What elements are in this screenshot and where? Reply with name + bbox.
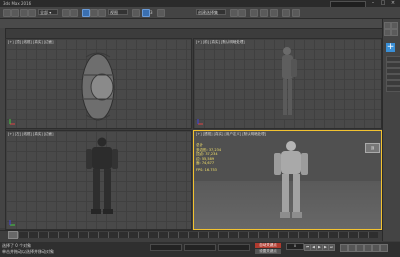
move-icon[interactable] xyxy=(82,9,90,17)
command-panel xyxy=(382,19,400,241)
pan-icon[interactable] xyxy=(356,244,364,252)
viewport-front[interactable]: [+] [前] [真实] [默认明暗处理] xyxy=(193,38,382,129)
go-to-end-icon[interactable]: ⏭ xyxy=(328,244,335,251)
render-setup-icon[interactable] xyxy=(282,9,290,17)
layer-icon[interactable] xyxy=(250,9,258,17)
viewport-label: [+] [左] [线框] [真实] [边面] xyxy=(8,132,54,136)
reference-coord-dropdown[interactable]: 视图 xyxy=(108,9,128,15)
character-model-left xyxy=(86,137,118,214)
unlink-icon[interactable] xyxy=(28,9,36,17)
prompt-line: 单击并拖动以选择并移动对象 xyxy=(2,249,54,254)
window-title: 3ds Max 2016 xyxy=(3,1,32,6)
create-tab-icon[interactable] xyxy=(384,22,391,29)
viewport-label: [+] [透视] [真实] [用户定义] [默认明暗处理] xyxy=(196,132,267,136)
rotate-icon[interactable] xyxy=(90,9,98,17)
stats-row: 面: 74,677 xyxy=(196,161,215,166)
align-icon[interactable] xyxy=(238,9,246,17)
ribbon xyxy=(0,19,382,29)
modify-tab-icon[interactable] xyxy=(391,22,398,29)
mirror-icon[interactable] xyxy=(230,9,238,17)
undo-icon[interactable] xyxy=(3,9,11,17)
character-model-top xyxy=(81,52,115,121)
orbit-icon[interactable] xyxy=(364,244,372,252)
viewport-label: [+] [前] [真实] [默认明暗处理] xyxy=(196,40,245,44)
link-icon[interactable] xyxy=(20,9,28,17)
object-type-row[interactable] xyxy=(386,86,400,92)
set-key-button[interactable]: 设置关键点 xyxy=(255,249,281,254)
zoom-all-icon[interactable] xyxy=(348,244,356,252)
snap-value: 3 xyxy=(150,10,153,15)
minimize-icon[interactable]: – xyxy=(368,0,378,7)
add-object-icon[interactable]: + xyxy=(386,43,395,52)
select-icon[interactable] xyxy=(62,9,70,17)
axis-gizmo-icon xyxy=(9,119,15,125)
scale-icon[interactable] xyxy=(98,9,106,17)
current-frame-field[interactable]: 0 xyxy=(286,243,304,250)
redo-icon[interactable] xyxy=(11,9,19,17)
title-bar: 3ds Max 2016 – □ × xyxy=(0,0,400,8)
x-coordinate-field[interactable] xyxy=(150,244,182,251)
motion-tab-icon[interactable] xyxy=(391,29,398,36)
select-by-name-icon[interactable] xyxy=(70,9,78,17)
timeline-track[interactable] xyxy=(8,232,378,238)
scene-statistics: 总计 多边形: 37,234 顶点: 37,234 边: 55,589 面: 7… xyxy=(196,143,221,173)
maximize-icon[interactable]: □ xyxy=(378,0,388,7)
character-model-front xyxy=(281,47,297,119)
axis-gizmo-icon xyxy=(9,220,15,226)
render-icon[interactable] xyxy=(292,9,300,17)
viewport-perspective[interactable]: [+] [透视] [真实] [用户定义] [默认明暗处理] xyxy=(193,130,382,230)
viewcube[interactable]: 顶 xyxy=(365,143,380,153)
zoom-icon[interactable] xyxy=(340,244,348,252)
y-coordinate-field[interactable] xyxy=(184,244,216,251)
stats-row: FPS: 16.753 xyxy=(196,167,217,172)
snap-icon[interactable] xyxy=(142,9,150,17)
field-of-view-icon[interactable] xyxy=(372,244,380,252)
z-coordinate-field[interactable] xyxy=(218,244,250,251)
curve-editor-icon[interactable] xyxy=(260,9,268,17)
viewport-label: [+] [顶] [线框] [真实] [边面] xyxy=(8,40,54,44)
maximize-viewport-icon[interactable] xyxy=(380,244,388,252)
hierarchy-tab-icon[interactable] xyxy=(384,29,391,36)
viewport-top[interactable]: [+] [顶] [线框] [真实] [边面] xyxy=(5,38,192,129)
viewport-left[interactable]: [+] [左] [线框] [真实] [边面] xyxy=(5,130,192,230)
pivot-icon[interactable] xyxy=(132,9,140,17)
character-model-perspective xyxy=(274,141,308,218)
selection-set-dropdown[interactable]: 创建选择集 xyxy=(196,9,226,15)
time-slider[interactable] xyxy=(8,231,18,239)
axis-gizmo-icon xyxy=(197,119,203,125)
auto-key-button[interactable]: 自动关键点 xyxy=(255,243,281,248)
selection-filter-dropdown[interactable]: 全部 ▾ xyxy=(38,9,58,15)
close-icon[interactable]: × xyxy=(388,0,398,7)
material-editor-icon[interactable] xyxy=(270,9,278,17)
angle-snap-icon[interactable] xyxy=(157,9,165,17)
